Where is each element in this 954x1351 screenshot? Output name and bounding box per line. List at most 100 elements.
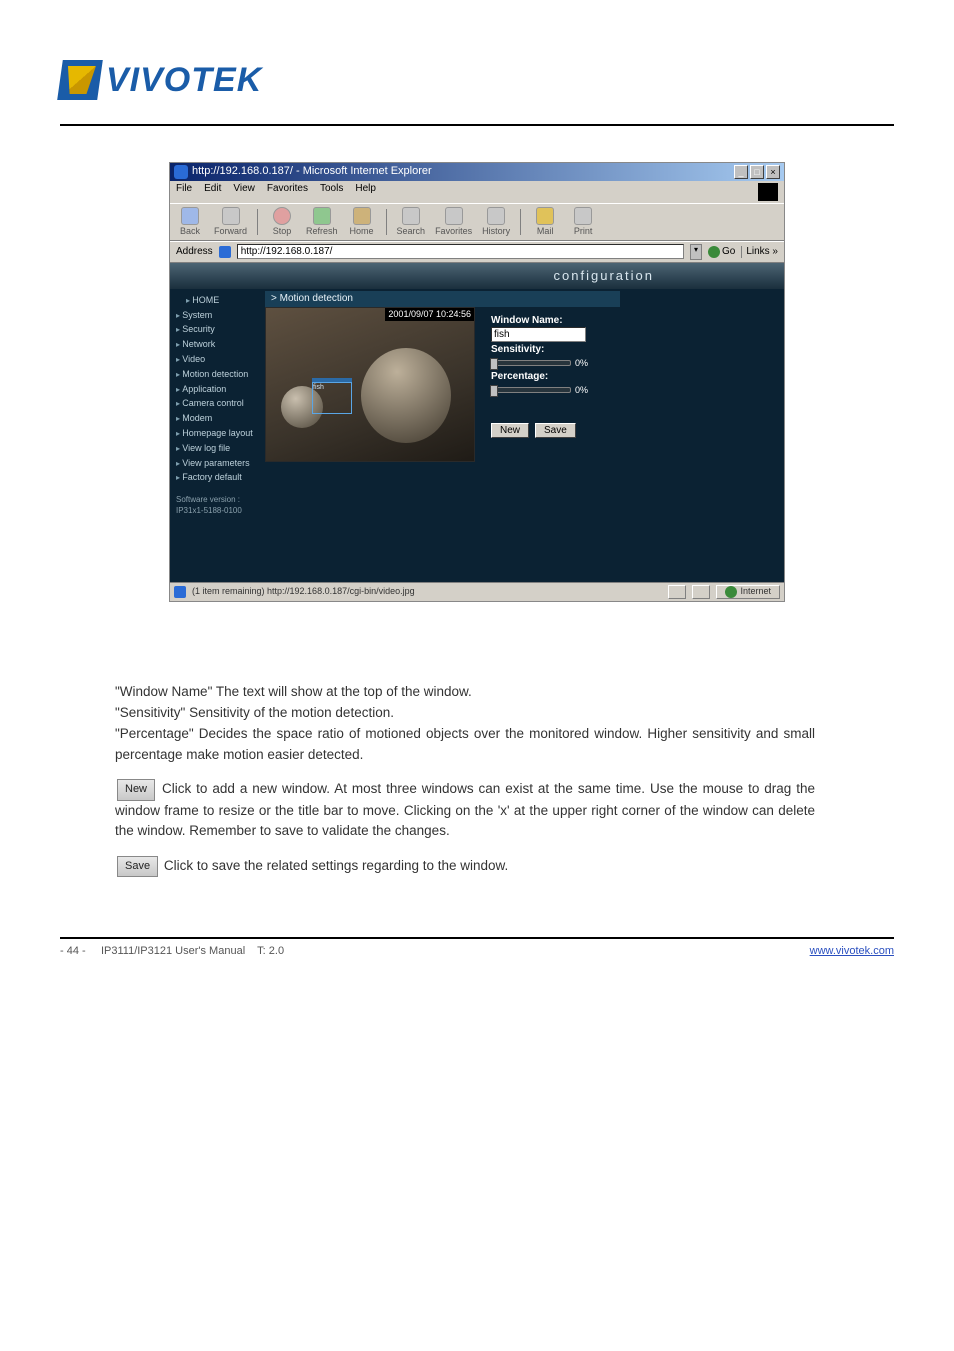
- percentage-slider[interactable]: 0%: [491, 385, 588, 396]
- menu-view[interactable]: View: [233, 183, 255, 201]
- go-button[interactable]: Go: [708, 246, 735, 258]
- stop-icon: [273, 207, 291, 225]
- page-footer: - 44 - IP3111/IP3121 User's Manual T: 2.…: [60, 939, 894, 957]
- footer-right: www.vivotek.com: [810, 945, 894, 957]
- save-button[interactable]: Save: [535, 423, 576, 438]
- toolbar: Back Forward Stop Refresh Home Search Fa…: [170, 203, 784, 241]
- menu-bar: File Edit View Favorites Tools Help: [170, 181, 784, 203]
- mail-icon: [536, 207, 554, 225]
- window-title: http://192.168.0.187/ - Microsoft Intern…: [192, 165, 432, 178]
- software-version: Software version : IP31x1-5188-0100: [176, 495, 261, 516]
- print-button[interactable]: Print: [569, 207, 597, 237]
- forward-button[interactable]: Forward: [214, 207, 247, 237]
- scene-object-icon: [361, 348, 451, 443]
- search-button[interactable]: Search: [397, 207, 426, 237]
- window-controls: _ □ ×: [734, 165, 780, 179]
- sidebar-item-camera[interactable]: Camera control: [176, 396, 261, 411]
- minimize-button[interactable]: _: [734, 165, 748, 179]
- menu-favorites[interactable]: Favorites: [267, 183, 308, 201]
- brand-mark-icon: [57, 60, 103, 100]
- sidebar-item-params[interactable]: View parameters: [176, 456, 261, 471]
- home-icon: [353, 207, 371, 225]
- address-bar: Address ▾ Go Links »: [170, 241, 784, 263]
- body-text: "Window Name" The text will show at the …: [115, 682, 815, 878]
- motion-form: Window Name: Sensitivity: 0% Percentage:…: [475, 307, 588, 439]
- percentage-value: 0%: [575, 385, 588, 396]
- address-input[interactable]: [237, 244, 684, 259]
- search-icon: [402, 207, 420, 225]
- maximize-button[interactable]: □: [750, 165, 764, 179]
- window-titlebar: http://192.168.0.187/ - Microsoft Intern…: [170, 163, 784, 181]
- window-name-label: Window Name:: [491, 315, 588, 327]
- history-button[interactable]: History: [482, 207, 510, 237]
- address-dropdown[interactable]: ▾: [690, 244, 702, 260]
- footer-link[interactable]: www.vivotek.com: [810, 945, 894, 957]
- go-icon: [708, 246, 720, 258]
- desc-new: Click to add a new window. At most three…: [115, 782, 815, 839]
- footer-version: T: 2.0: [257, 945, 284, 957]
- desc-save: Click to save the related settings regar…: [164, 858, 508, 873]
- percentage-label: Percentage:: [491, 371, 588, 383]
- back-icon: [181, 207, 199, 225]
- sidebar-item-application[interactable]: Application: [176, 382, 261, 397]
- desc-window-name: "Window Name" The text will show at the …: [115, 684, 472, 699]
- menu-help[interactable]: Help: [355, 183, 376, 201]
- sidebar-item-security[interactable]: Security: [176, 322, 261, 337]
- menu-edit[interactable]: Edit: [204, 183, 221, 201]
- address-label: Address: [176, 246, 213, 258]
- sensitivity-label: Sensitivity:: [491, 344, 588, 356]
- close-button[interactable]: ×: [766, 165, 780, 179]
- mail-button[interactable]: Mail: [531, 207, 559, 237]
- back-button[interactable]: Back: [176, 207, 204, 237]
- favorites-button[interactable]: Favorites: [435, 207, 472, 237]
- stop-button[interactable]: Stop: [268, 207, 296, 237]
- refresh-button[interactable]: Refresh: [306, 207, 338, 237]
- inline-save-button: Save: [117, 856, 158, 877]
- ie-icon: [174, 165, 188, 179]
- refresh-icon: [313, 207, 331, 225]
- sidebar-item-network[interactable]: Network: [176, 337, 261, 352]
- page-icon: [219, 246, 231, 258]
- forward-icon: [222, 207, 240, 225]
- sidebar-item-modem[interactable]: Modem: [176, 411, 261, 426]
- motion-window-label: fish: [313, 384, 324, 392]
- home-button[interactable]: Home: [348, 207, 376, 237]
- status-text: (1 item remaining) http://192.168.0.187/…: [192, 586, 415, 597]
- ie-throbber-icon: [758, 183, 778, 201]
- sidebar: HOME System Security Network Video Motio…: [170, 263, 265, 582]
- desc-sensitivity: "Sensitivity" Sensitivity of the motion …: [115, 705, 394, 720]
- embedded-screenshot: http://192.168.0.187/ - Microsoft Intern…: [169, 162, 785, 602]
- video-preview[interactable]: 2001/09/07 10:24:56 fish: [265, 307, 475, 462]
- header-rule: [60, 124, 894, 126]
- menu-file[interactable]: File: [176, 183, 192, 201]
- window-name-input[interactable]: [491, 327, 586, 342]
- sensitivity-slider[interactable]: 0%: [491, 358, 588, 369]
- main-pane: > Motion detection 2001/09/07 10:24:56 f…: [265, 263, 784, 582]
- page-content: configuration HOME System Security Netwo…: [170, 263, 784, 582]
- sidebar-item-homepage[interactable]: Homepage layout: [176, 426, 261, 441]
- status-page-icon: [174, 586, 186, 598]
- footer-page: - 44 -: [60, 945, 86, 957]
- panel-header: > Motion detection: [265, 291, 620, 307]
- sidebar-item-log[interactable]: View log file: [176, 441, 261, 456]
- sidebar-item-motion[interactable]: Motion detection: [176, 367, 261, 382]
- status-cell: [692, 585, 710, 599]
- history-icon: [487, 207, 505, 225]
- sidebar-home[interactable]: HOME: [176, 293, 261, 308]
- print-icon: [574, 207, 592, 225]
- inline-new-button: New: [117, 779, 155, 800]
- video-timestamp: 2001/09/07 10:24:56: [385, 308, 474, 321]
- sensitivity-value: 0%: [575, 358, 588, 369]
- new-button[interactable]: New: [491, 423, 529, 438]
- brand-text: VIVOTEK: [106, 61, 262, 100]
- security-zone: Internet: [716, 585, 780, 599]
- sidebar-item-factory[interactable]: Factory default: [176, 470, 261, 485]
- menu-tools[interactable]: Tools: [320, 183, 343, 201]
- internet-zone-icon: [725, 586, 737, 598]
- desc-percentage: "Percentage" Decides the space ratio of …: [115, 726, 815, 762]
- brand-logo: VIVOTEK: [60, 60, 894, 100]
- sidebar-item-system[interactable]: System: [176, 308, 261, 323]
- footer-model: IP3111/IP3121 User's Manual: [101, 945, 245, 957]
- sidebar-item-video[interactable]: Video: [176, 352, 261, 367]
- links-toolbar[interactable]: Links »: [741, 246, 778, 258]
